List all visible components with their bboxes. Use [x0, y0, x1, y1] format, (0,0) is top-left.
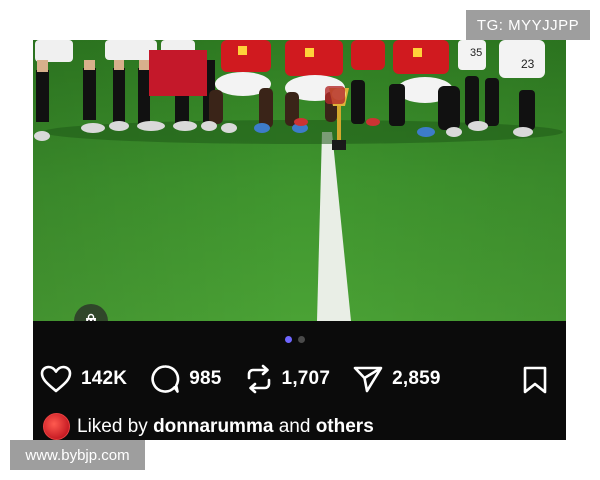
liked-by-joiner: and [278, 415, 311, 437]
repost-count: 1,707 [281, 368, 331, 389]
heart-icon [40, 365, 72, 393]
post-photo[interactable]: 35 23 [33, 40, 566, 321]
share-count: 2,859 [392, 368, 441, 389]
svg-text:35: 35 [470, 47, 482, 59]
shopping-bag-icon [86, 313, 96, 321]
carousel-dot[interactable] [298, 336, 305, 343]
repost-button[interactable]: 1,707 [244, 363, 331, 395]
carousel-dot-active[interactable] [285, 336, 292, 343]
liked-by-others-link[interactable]: others [316, 416, 374, 438]
comment-count: 985 [189, 368, 222, 389]
liked-by-row: Liked by donnarumma and others [43, 413, 374, 440]
send-icon [353, 366, 383, 393]
like-count: 142K [81, 368, 128, 389]
share-button[interactable]: 2,859 [352, 364, 441, 394]
post-action-panel: 142K 985 1,707 2,859 Liked by donnarumma… [33, 321, 566, 440]
avatar[interactable] [43, 413, 70, 440]
save-button[interactable] [521, 365, 549, 400]
bookmark-icon [523, 366, 547, 394]
carousel-indicator [285, 336, 305, 343]
liked-by-prefix: Liked by [77, 415, 148, 437]
watermark-bottom: www.bybjp.com [10, 440, 145, 470]
svg-text:23: 23 [521, 57, 535, 71]
comment-icon [151, 365, 180, 393]
team-photo-illustration: 35 23 [33, 40, 566, 321]
watermark-top: TG: MYYJJPP [466, 10, 590, 40]
action-bar: 142K 985 1,707 2,859 [39, 361, 463, 397]
liked-by-user[interactable]: donnarumma [153, 416, 273, 438]
repost-icon [247, 364, 270, 394]
like-button[interactable]: 142K [39, 364, 127, 394]
comment-button[interactable]: 985 [149, 363, 221, 395]
